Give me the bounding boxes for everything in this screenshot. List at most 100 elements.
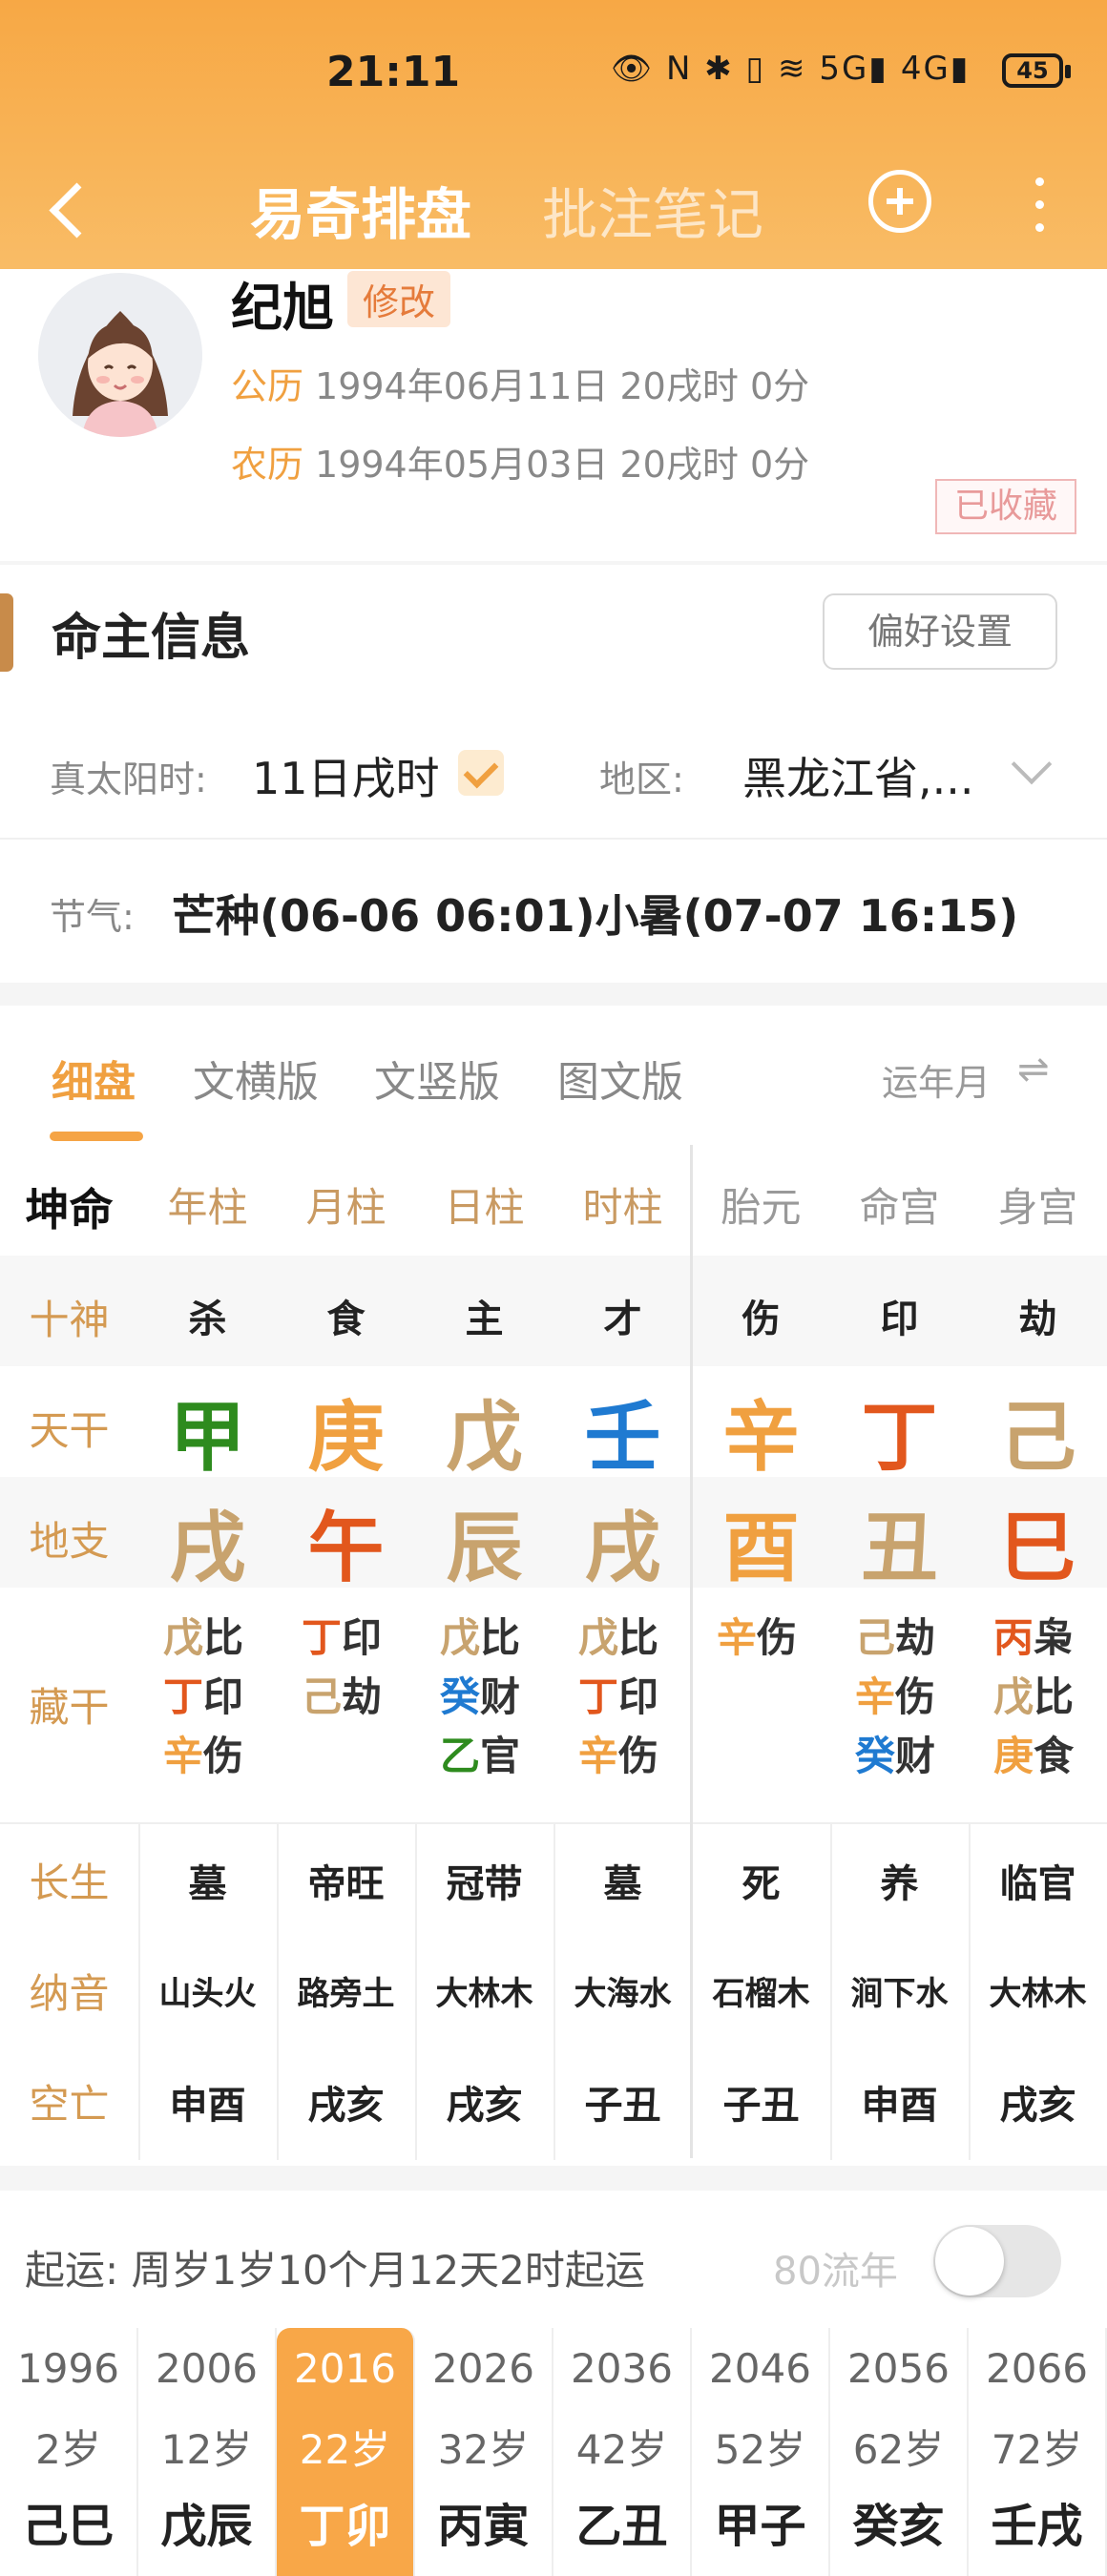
section-accent: [0, 593, 13, 672]
changsheng-cell: 墓: [603, 1862, 642, 1906]
canggan-stem: 丁: [302, 1614, 343, 1661]
kongwang-cell: 申酉: [169, 2084, 246, 2128]
canggan-stem: 辛: [717, 1614, 758, 1661]
jieqi-label: 节气:: [50, 896, 135, 938]
canggan-cell: 戊比 丁印 辛伤: [578, 1609, 692, 1786]
dayun-column[interactable]: 1996 2岁 己巳: [0, 2328, 138, 2576]
canggan-line: 丙枭: [993, 1609, 1107, 1668]
jieqi-row: 节气: 芒种(06-06 06:01)小暑(07-07 16:15): [0, 840, 1107, 973]
dayun-column[interactable]: 2026 32岁 丙寅: [415, 2328, 554, 2576]
nav-bar: 易奇排盘 批注笔记: [0, 153, 1107, 269]
tab-illustrated[interactable]: 图文版: [557, 1048, 683, 1109]
swap-icon[interactable]: ⇌: [1017, 1048, 1050, 1091]
tab-paipan[interactable]: 易奇排盘: [250, 170, 471, 250]
owner-name: 纪旭: [231, 278, 334, 338]
add-circle-icon[interactable]: [868, 170, 931, 233]
tiangan-cell: 丁: [861, 1393, 938, 1482]
changsheng-cell: 冠带: [446, 1862, 523, 1906]
canggan-stem: 戊: [163, 1614, 204, 1661]
dayun-age: 62岁: [852, 2426, 945, 2473]
canggan-line: 戊比: [993, 1668, 1107, 1727]
solar-time-value: 11日戌时: [252, 753, 440, 804]
canggan-stem: 庚: [993, 1733, 1034, 1779]
changsheng-cell: 帝旺: [307, 1862, 385, 1906]
dayun-ganzhi: 癸亥: [852, 2500, 945, 2553]
canggan-shishen: 财: [895, 1733, 936, 1779]
qiyun-text: 起运: 周岁1岁10个月12天2时起运: [25, 2247, 645, 2294]
dizhi-cell: 午: [307, 1504, 385, 1592]
canggan-stem: 己: [855, 1614, 896, 1661]
canggan-shishen: 伤: [203, 1733, 244, 1779]
dayun-column[interactable]: 2036 42岁 乙丑: [554, 2328, 692, 2576]
canggan-line: 辛伤: [717, 1609, 830, 1668]
canggan-cell: 丁印 己劫: [302, 1609, 415, 1727]
more-vertical-icon[interactable]: [1025, 172, 1054, 239]
solar-value: 1994年06月11日 20戌时 0分: [315, 365, 810, 407]
dayun-column[interactable]: 2016 22岁 丁卯: [277, 2328, 415, 2576]
avatar[interactable]: [38, 273, 202, 437]
section-title: 命主信息: [52, 610, 251, 667]
column-header: 月柱: [305, 1184, 386, 1231]
canggan-stem: 戊: [578, 1614, 619, 1661]
checkbox-icon[interactable]: [458, 750, 504, 796]
row-label: 天干: [29, 1407, 110, 1454]
canggan-line: 癸财: [855, 1727, 969, 1786]
dayun-year: 1996: [17, 2345, 119, 2392]
view-tabs: 细盘 文横版 文竖版 图文版 运年月 ⇌: [0, 1002, 1107, 1145]
tab-active-indicator: [50, 1132, 143, 1141]
divider: [0, 2166, 1107, 2191]
collected-stamp[interactable]: 已收藏: [935, 479, 1076, 534]
canggan-shishen: 比: [1034, 1673, 1075, 1720]
changsheng-cell: 养: [880, 1862, 919, 1906]
dayun-age: 42岁: [575, 2426, 668, 2473]
canggan-shishen: 劫: [895, 1614, 936, 1661]
dizhi-cell: 戌: [169, 1504, 246, 1592]
changsheng-cell: 临官: [999, 1862, 1076, 1906]
app-header: 21:11 👁 N ✱ ▯ ≋ 5G▮ 4G▮ 45 易奇排盘 批注笔记: [0, 0, 1107, 269]
column-header: 身宫: [997, 1184, 1078, 1231]
dayun-ganzhi: 戊辰: [160, 2500, 253, 2553]
canggan-shishen: 财: [480, 1673, 521, 1720]
nayin-cell: 大林木: [989, 1975, 1087, 2013]
dayun-column[interactable]: 2066 72岁 壬戌: [969, 2328, 1107, 2576]
flow-year-toggle[interactable]: [933, 2225, 1061, 2297]
battery-icon: 45: [1002, 53, 1071, 88]
tab-text-horizontal[interactable]: 文横版: [193, 1048, 319, 1109]
dizhi-cell: 戌: [584, 1504, 661, 1592]
canggan-shishen: 印: [203, 1673, 244, 1720]
changsheng-cell: 死: [741, 1862, 781, 1906]
yun-toggle-label[interactable]: 运年月: [882, 1053, 991, 1106]
solar-label: 公历: [231, 365, 304, 407]
edit-button[interactable]: 修改: [347, 271, 451, 327]
canggan-shishen: 伤: [757, 1614, 798, 1661]
dayun-column[interactable]: 2056 62岁 癸亥: [830, 2328, 969, 2576]
canggan-line: 辛伤: [855, 1668, 969, 1727]
tiangan-cell: 庚: [307, 1393, 385, 1482]
preferences-button[interactable]: 偏好设置: [823, 593, 1057, 670]
canggan-shishen: 劫: [342, 1673, 383, 1720]
owner-info-header: 命主信息 偏好设置: [0, 582, 1107, 687]
tab-text-vertical[interactable]: 文竖版: [374, 1048, 500, 1109]
chevron-down-icon[interactable]: [1011, 743, 1053, 785]
solar-date-row: 公历 1994年06月11日 20戌时 0分: [231, 357, 809, 409]
tiangan-cell: 己: [999, 1393, 1076, 1482]
region-value[interactable]: 黑龙江省,...: [742, 744, 974, 807]
dayun-age: 52岁: [714, 2426, 806, 2473]
canggan-line: 乙官: [440, 1727, 554, 1786]
shishen-cell: 杀: [188, 1298, 227, 1341]
canggan-shishen: 比: [203, 1614, 244, 1661]
shishen-cell: 食: [326, 1298, 366, 1341]
canggan-shishen: 印: [342, 1614, 383, 1661]
divider: [0, 561, 1107, 565]
canggan-line: 辛伤: [578, 1727, 692, 1786]
dayun-ganzhi: 乙丑: [575, 2500, 668, 2553]
canggan-line: 戊比: [578, 1609, 692, 1668]
back-arrow-icon[interactable]: [40, 172, 97, 248]
dayun-column[interactable]: 2006 12岁 戊辰: [138, 2328, 277, 2576]
tab-notes[interactable]: 批注笔记: [542, 170, 763, 250]
canggan-stem: 丁: [163, 1673, 204, 1720]
dayun-column[interactable]: 2046 52岁 甲子: [692, 2328, 830, 2576]
canggan-line: 戊比: [163, 1609, 277, 1668]
tab-detail[interactable]: 细盘: [52, 1048, 136, 1109]
nayin-cell: 路旁土: [297, 1975, 395, 2013]
